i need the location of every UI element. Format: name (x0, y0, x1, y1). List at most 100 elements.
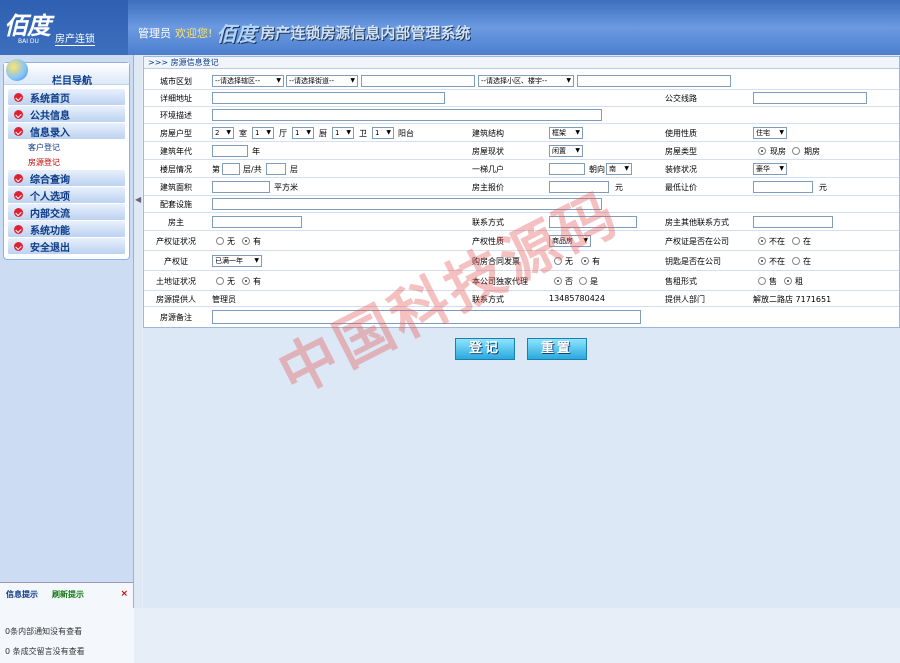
label-structure: 建筑结构 (472, 129, 504, 138)
property-nature-select[interactable]: 商品房 ▼ (549, 235, 591, 247)
kitchens-value: 1 (295, 129, 300, 137)
nav-sub-customer-register[interactable]: 客户登记 (4, 140, 129, 155)
street-select[interactable]: --请选择街道-- ▼ (286, 75, 358, 87)
main-content: >>> 房源信息登记 城市区划 --请选择辖区-- ▼ --请选择街道-- ▼ --… (143, 55, 900, 608)
nav-item-logout[interactable]: 安全退出 (8, 238, 125, 255)
bus-route-input[interactable] (753, 92, 867, 104)
remark-input[interactable] (212, 310, 641, 324)
label-room: 室 (239, 129, 247, 138)
contact-input[interactable] (549, 216, 637, 228)
tab-refresh-tips[interactable]: 刷新提示 (52, 589, 84, 600)
radio-keys-in-company[interactable] (792, 257, 800, 265)
label-floor-prefix: 第 (212, 165, 220, 174)
nav-item-data-entry[interactable]: 信息录入 (8, 123, 125, 140)
dropdown-arrow-icon: ▼ (386, 129, 391, 136)
logo-tag-text: 房产连锁 (55, 30, 95, 46)
orientation-select[interactable]: 南 ▼ (606, 163, 632, 175)
nav-item-personal[interactable]: 个人选项 (8, 187, 125, 204)
radio-exclusive-yes[interactable] (579, 277, 587, 285)
close-icon[interactable]: × (120, 589, 128, 599)
check-icon (14, 207, 23, 217)
house-register-form: >>> 房源信息登记 城市区划 --请选择辖区-- ▼ --请选择街道-- ▼ --… (143, 56, 900, 328)
label-house-type: 房屋户型 (160, 129, 192, 138)
form-row: 详细地址 公交线路 (144, 90, 899, 107)
tip-message-count[interactable]: 0 条成交留言没有查看 (5, 646, 85, 657)
balconies-select[interactable]: 1 ▼ (372, 127, 394, 139)
radio-exclusive-no[interactable] (554, 277, 562, 285)
nav-item-system[interactable]: 系统功能 (8, 221, 125, 238)
label-floor-suffix: 层 (290, 165, 298, 174)
radio-land-yes[interactable] (242, 277, 250, 285)
owner-price-input[interactable] (549, 181, 609, 193)
label-build-year: 建筑年代 (160, 147, 192, 156)
decoration-select[interactable]: 豪华 ▼ (753, 163, 787, 175)
label-balcony: 阳台 (398, 129, 414, 138)
radio-land-none[interactable] (216, 277, 224, 285)
nav-item-communication[interactable]: 内部交流 (8, 204, 125, 221)
min-price-input[interactable] (753, 181, 813, 193)
baths-select[interactable]: 1 ▼ (332, 127, 354, 139)
radio-presale[interactable] (792, 147, 800, 155)
header-brand: 佰度 (216, 22, 257, 46)
label-floor-mid: 层/共 (243, 165, 262, 174)
radio-existing[interactable] (758, 147, 766, 155)
label-min-price: 最低让价 (665, 183, 697, 192)
community-select[interactable]: --请选择小区、楼宇-- ▼ (478, 75, 574, 87)
facilities-input[interactable] (212, 198, 602, 210)
tips-panel: 信息提示 刷新提示 × 0条内部通知没有查看 0 条成交留言没有查看 (0, 582, 134, 663)
owner-other-contact-input[interactable] (753, 216, 833, 228)
address-input[interactable] (212, 92, 445, 104)
radio-invoice-yes[interactable] (581, 257, 589, 265)
district-select[interactable]: --请选择辖区-- ▼ (212, 75, 284, 87)
provider-contact-value: 13485780424 (549, 294, 605, 303)
tab-info-tips[interactable]: 信息提示 (6, 589, 38, 600)
radio-sale-label: 售 (769, 277, 777, 286)
nav-globe-icon (6, 59, 28, 81)
district-custom-input[interactable] (361, 75, 475, 87)
floor-input[interactable] (222, 163, 240, 175)
nav-item-home[interactable]: 系统首页 (8, 89, 125, 106)
radio-deed-not-in-company[interactable] (758, 237, 766, 245)
collapse-arrow-icon[interactable]: ◀ (135, 195, 141, 204)
radio-deed-yes[interactable] (242, 237, 250, 245)
nav-item-query[interactable]: 综合查询 (8, 170, 125, 187)
form-row: 土地证状况 无 有 本公司独家代理 否 是 售租形式 售 租 (144, 271, 899, 291)
households-input[interactable] (549, 163, 585, 175)
radio-rent[interactable] (784, 277, 792, 285)
label-provider-contact: 联系方式 (472, 295, 504, 304)
label-kitchen: 厨 (319, 129, 327, 138)
radio-deed-none[interactable] (216, 237, 224, 245)
usage-select[interactable]: 住宅 ▼ (753, 127, 787, 139)
district-select-value: --请选择辖区-- (215, 77, 261, 85)
total-floor-input[interactable] (266, 163, 286, 175)
usage-value: 住宅 (756, 129, 770, 137)
radio-invoice-none[interactable] (554, 257, 562, 265)
nav-item-label: 综合查询 (30, 174, 70, 186)
structure-select[interactable]: 框架 ▼ (549, 127, 583, 139)
area-input[interactable] (212, 181, 270, 193)
owner-input[interactable] (212, 216, 302, 228)
rooms-select[interactable]: 2 ▼ (212, 127, 234, 139)
nav-item-public-info[interactable]: 公共信息 (8, 106, 125, 123)
check-icon (14, 109, 23, 119)
build-year-input[interactable] (212, 145, 248, 157)
reset-button[interactable]: 重置 (527, 338, 587, 360)
sidebar-splitter[interactable]: ◀ (133, 55, 142, 608)
radio-keys-not-in-company[interactable] (758, 257, 766, 265)
condition-select[interactable]: 闲置 ▼ (549, 145, 583, 157)
nav-sub-house-register[interactable]: 房源登记 (4, 155, 129, 170)
rooms-value: 2 (215, 129, 220, 137)
tip-notice-count[interactable]: 0条内部通知没有查看 (5, 626, 82, 637)
halls-select[interactable]: 1 ▼ (252, 127, 274, 139)
radio-sale[interactable] (758, 277, 766, 285)
submit-button[interactable]: 登记 (455, 338, 515, 360)
radio-deed-not-in-company-label: 不在 (769, 237, 785, 246)
label-min-unit: 元 (819, 183, 827, 192)
kitchens-select[interactable]: 1 ▼ (292, 127, 314, 139)
form-heading: >>> 房源信息登记 (144, 57, 899, 69)
logo: 佰度 BAI DU 房产连锁 (0, 0, 128, 55)
community-custom-input[interactable] (577, 75, 731, 87)
radio-deed-in-company[interactable] (792, 237, 800, 245)
environment-input[interactable] (212, 109, 602, 121)
deed-select[interactable]: 已满一年 ▼ (212, 255, 262, 267)
